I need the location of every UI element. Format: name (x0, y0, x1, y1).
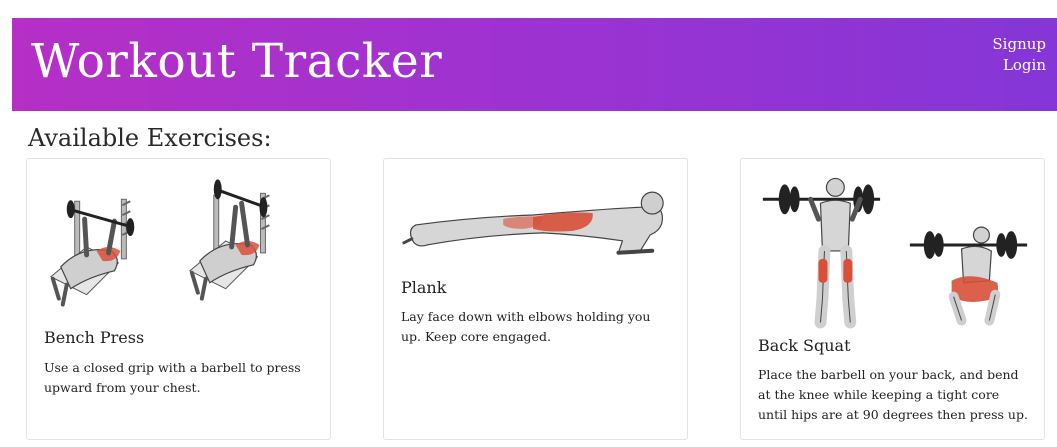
plank-illustration (402, 191, 664, 255)
app-header: Workout Tracker Signup Login (12, 18, 1057, 111)
exercise-card-back-squat[interactable]: Back Squat Place the barbell on your bac… (740, 158, 1045, 440)
auth-nav: Signup Login (992, 34, 1046, 76)
bench-press-illustration (49, 179, 270, 307)
exercise-title: Plank (401, 278, 447, 297)
exercise-description: Lay face down with elbows holding you up… (401, 309, 651, 344)
exercise-card-bench-press[interactable]: Bench Press Use a closed grip with a bar… (26, 158, 331, 440)
exercise-card-plank[interactable]: Plank Lay face down with elbows holding … (383, 158, 688, 440)
exercise-description: Use a closed grip with a barbell to pres… (44, 360, 301, 395)
exercise-description: Place the barbell on your back, and bend… (758, 367, 1028, 422)
exercise-title: Back Squat (758, 336, 851, 355)
section-title: Available Exercises: (28, 124, 272, 152)
signup-link[interactable]: Signup (992, 34, 1046, 55)
back-squat-illustration (762, 177, 1028, 329)
brand-title[interactable]: Workout Tracker (31, 32, 442, 92)
login-link[interactable]: Login (992, 55, 1046, 76)
exercise-title: Bench Press (44, 328, 145, 347)
